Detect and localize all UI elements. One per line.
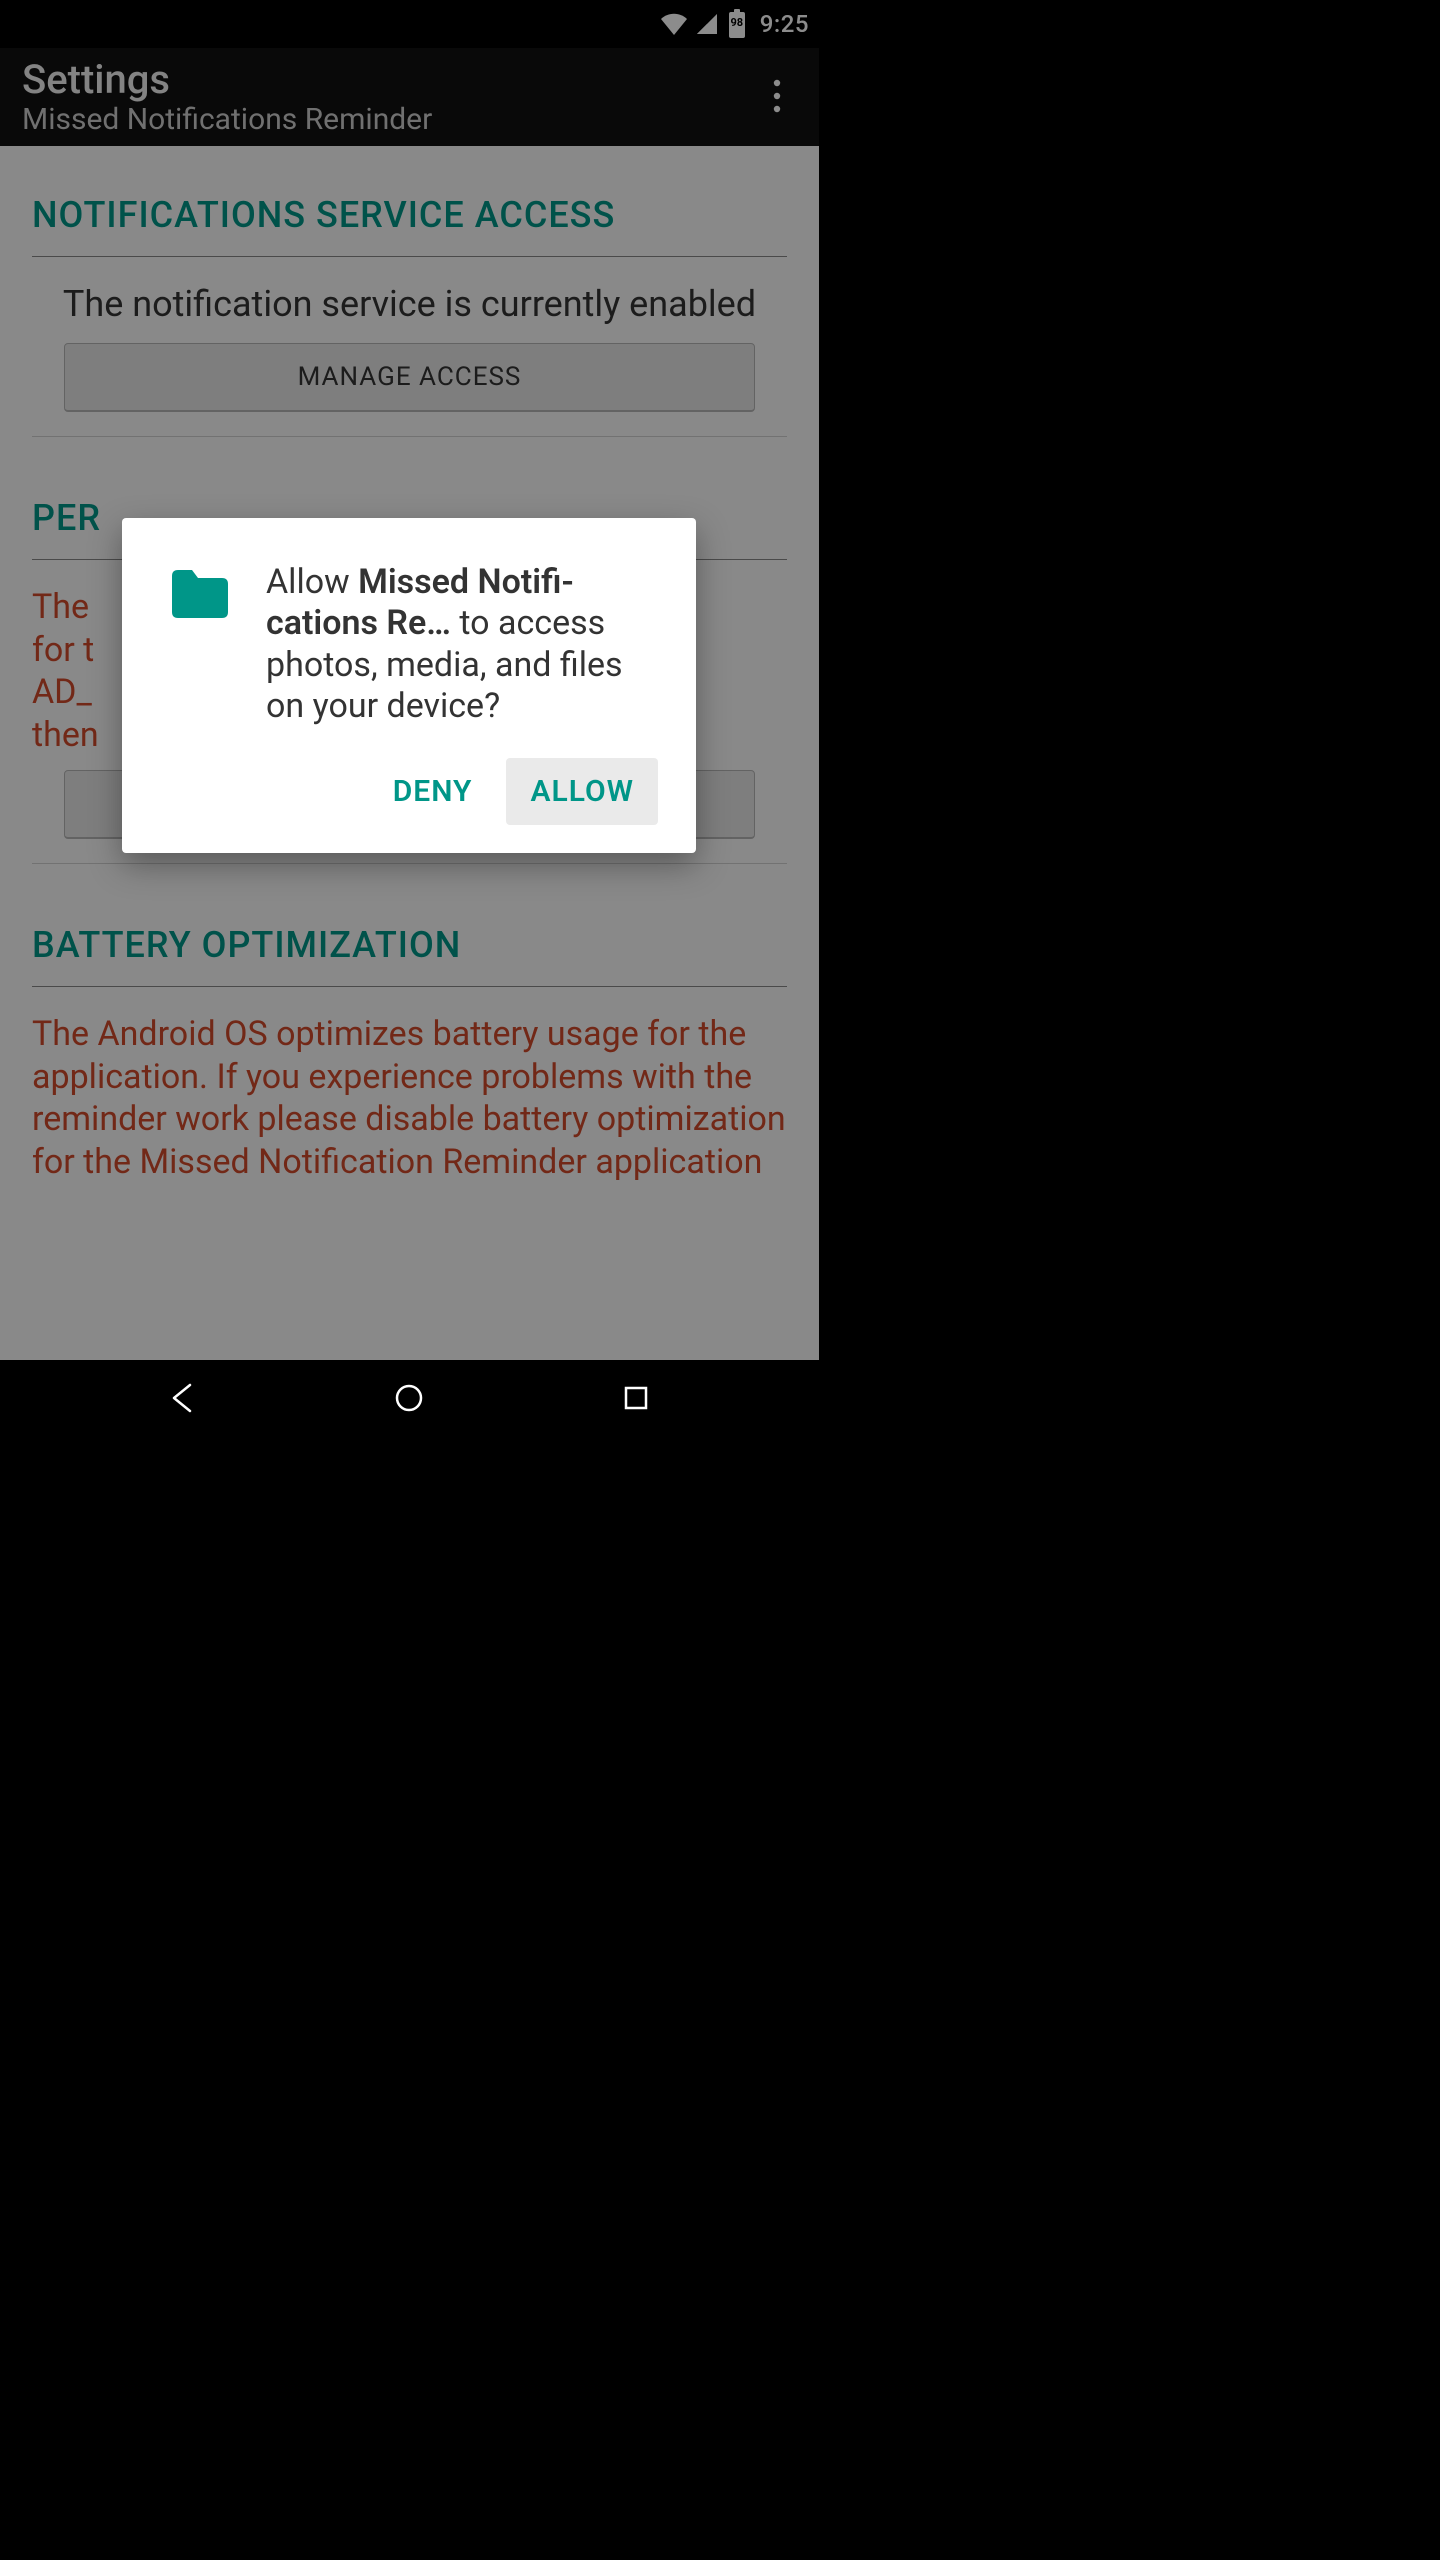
battery-percent: 98 <box>726 16 748 29</box>
back-icon <box>166 1381 200 1419</box>
section-notification-access: NOTIFICATIONS SERVICE ACCESS The notific… <box>32 166 787 437</box>
manage-access-button[interactable]: MANAGE ACCESS <box>64 343 755 412</box>
nav-home-button[interactable] <box>385 1376 433 1424</box>
device-frame: 98 9:25 Settings Missed Notifications Re… <box>0 0 819 1440</box>
app-bar-subtitle: Missed Notifications Reminder <box>22 102 753 137</box>
nav-back-button[interactable] <box>159 1376 207 1424</box>
section-body-notification-access: The notification service is currently en… <box>32 257 787 437</box>
notification-service-status: The notification service is currently en… <box>32 283 787 325</box>
section-battery-optimization: BATTERY OPTIMIZATION The Android OS opti… <box>32 896 787 1221</box>
overflow-menu-button[interactable] <box>753 74 801 122</box>
dialog-message-prefix: Allow <box>266 562 358 602</box>
app-bar-title: Settings <box>22 60 753 100</box>
permission-dialog: Allow Missed Notifi­cations Re… to acces… <box>122 518 696 853</box>
nav-recent-button[interactable] <box>612 1376 660 1424</box>
permission-dialog-message: Allow Missed Notifi­cations Re… to acces… <box>266 562 658 728</box>
status-bar: 98 9:25 <box>0 0 819 48</box>
dialog-actions: Deny Allow <box>166 758 658 825</box>
deny-button[interactable]: Deny <box>369 758 497 825</box>
battery-icon: 98 <box>726 9 748 39</box>
cell-signal-icon <box>696 13 718 35</box>
section-body-battery: The Android OS optimizes battery usage f… <box>32 987 787 1221</box>
allow-button[interactable]: Allow <box>506 758 658 825</box>
status-clock: 9:25 <box>760 10 809 38</box>
more-vert-icon <box>773 79 781 117</box>
section-header-notification-access: NOTIFICATIONS SERVICE ACCESS <box>32 166 787 257</box>
os-navigation-bar <box>0 1360 819 1440</box>
section-header-battery: BATTERY OPTIMIZATION <box>32 896 787 987</box>
app-bar: Settings Missed Notifications Reminder <box>0 48 819 146</box>
folder-icon <box>166 566 230 630</box>
home-icon <box>394 1383 424 1417</box>
recent-apps-icon <box>622 1384 650 1416</box>
battery-warning-text: The Android OS optimizes battery usage f… <box>32 1013 787 1183</box>
app-bar-titles: Settings Missed Notifications Reminder <box>22 60 753 137</box>
wifi-icon <box>660 13 688 35</box>
